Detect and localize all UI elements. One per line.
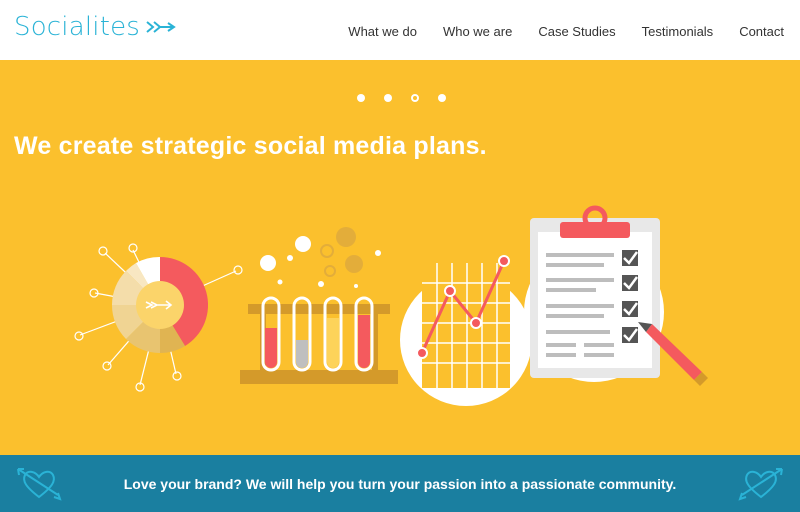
- site-header: Socialites What we do Who we are Case St…: [0, 0, 800, 60]
- nav-item-case-studies[interactable]: Case Studies: [538, 24, 615, 39]
- nav-item-contact[interactable]: Contact: [739, 24, 784, 39]
- main-nav: What we do Who we are Case Studies Testi…: [348, 24, 784, 39]
- nav-item-testimonials[interactable]: Testimonials: [642, 24, 714, 39]
- arrow-icon: [146, 20, 176, 34]
- target-wheel-icon: [74, 243, 243, 392]
- nav-item-what-we-do[interactable]: What we do: [348, 24, 417, 39]
- hero-illustration: [74, 205, 708, 406]
- line-chart-icon: [400, 255, 532, 406]
- clipboard-checklist-icon: [524, 205, 664, 382]
- hero-section: We create strategic social media plans.: [0, 60, 800, 455]
- heart-arrow-icon: [738, 465, 784, 506]
- logo-text[interactable]: Socialites: [14, 12, 140, 42]
- test-tubes-icon: [240, 227, 398, 384]
- logo[interactable]: Socialites: [14, 12, 176, 42]
- nav-item-who-we-are[interactable]: Who we are: [443, 24, 512, 39]
- banner-tagline: Love your brand? We will help you turn y…: [123, 476, 677, 492]
- tagline-banner: Love your brand? We will help you turn y…: [0, 455, 800, 512]
